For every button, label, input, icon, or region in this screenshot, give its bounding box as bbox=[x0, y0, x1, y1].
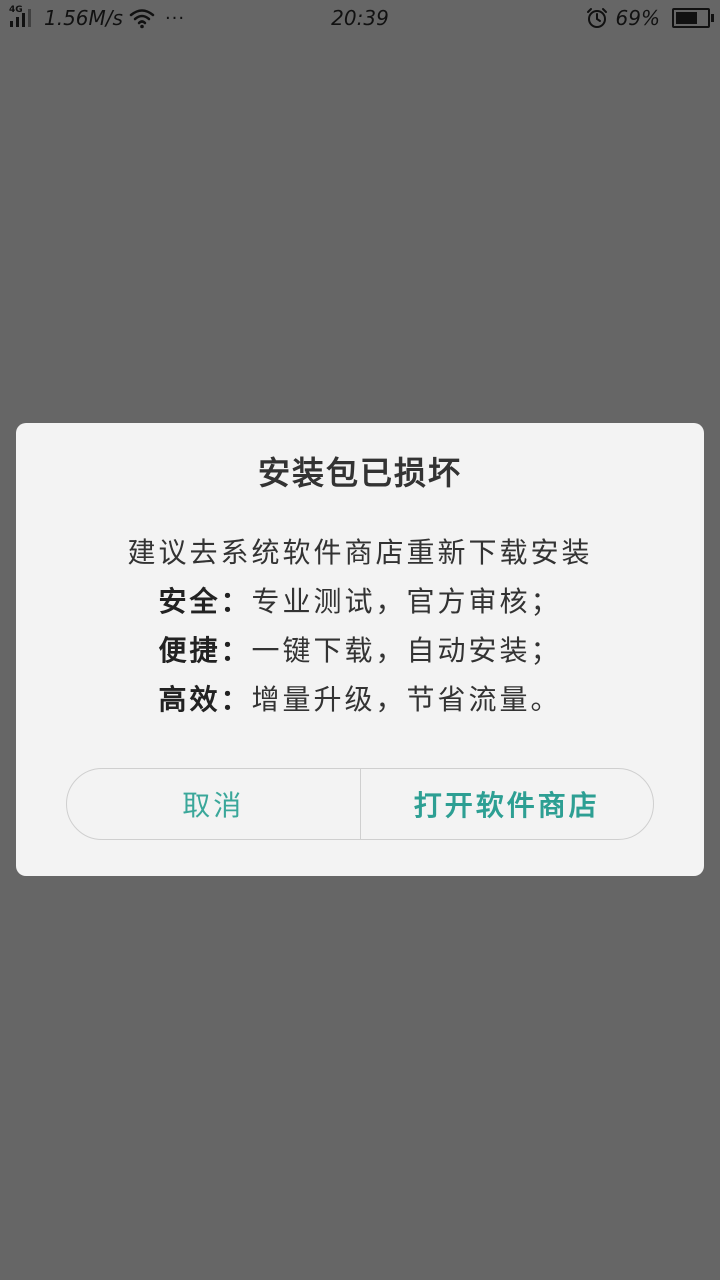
message-line: 建议去系统软件商店重新下载安装 bbox=[0, 528, 720, 577]
dialog-message: 建议去系统软件商店重新下载安装 安全：专业测试，官方审核； 便捷：一键下载，自动… bbox=[0, 528, 720, 724]
cancel-button[interactable]: 取消 bbox=[67, 769, 361, 839]
feature-label: 安全： bbox=[158, 585, 252, 618]
dialog-title: 安装包已损坏 bbox=[257, 454, 462, 492]
message-line: 高效：增量升级，节省流量。 bbox=[0, 675, 720, 724]
feature-text: 专业测试，官方审核； bbox=[251, 585, 562, 618]
message-line: 安全：专业测试，官方审核； bbox=[0, 577, 720, 626]
dialog-button-group: 取消 打开软件商店 bbox=[66, 768, 654, 840]
battery-icon bbox=[672, 8, 714, 28]
open-app-store-button[interactable]: 打开软件商店 bbox=[361, 769, 654, 839]
feature-text: 一键下载，自动安装； bbox=[251, 634, 562, 667]
message-line: 便捷：一键下载，自动安装； bbox=[0, 626, 720, 675]
battery-fill bbox=[676, 12, 697, 24]
feature-text: 增量升级，节省流量。 bbox=[251, 683, 562, 716]
battery-percent: 69% bbox=[615, 6, 660, 30]
message-intro: 建议去系统软件商店重新下载安装 bbox=[127, 536, 593, 569]
alarm-icon bbox=[586, 8, 607, 28]
feature-label: 便捷： bbox=[158, 634, 252, 667]
status-bar-right: 69% bbox=[586, 4, 714, 32]
feature-label: 高效： bbox=[158, 683, 252, 716]
status-bar: 4G 1.56M/s ··· 20:39 69% bbox=[0, 0, 720, 36]
